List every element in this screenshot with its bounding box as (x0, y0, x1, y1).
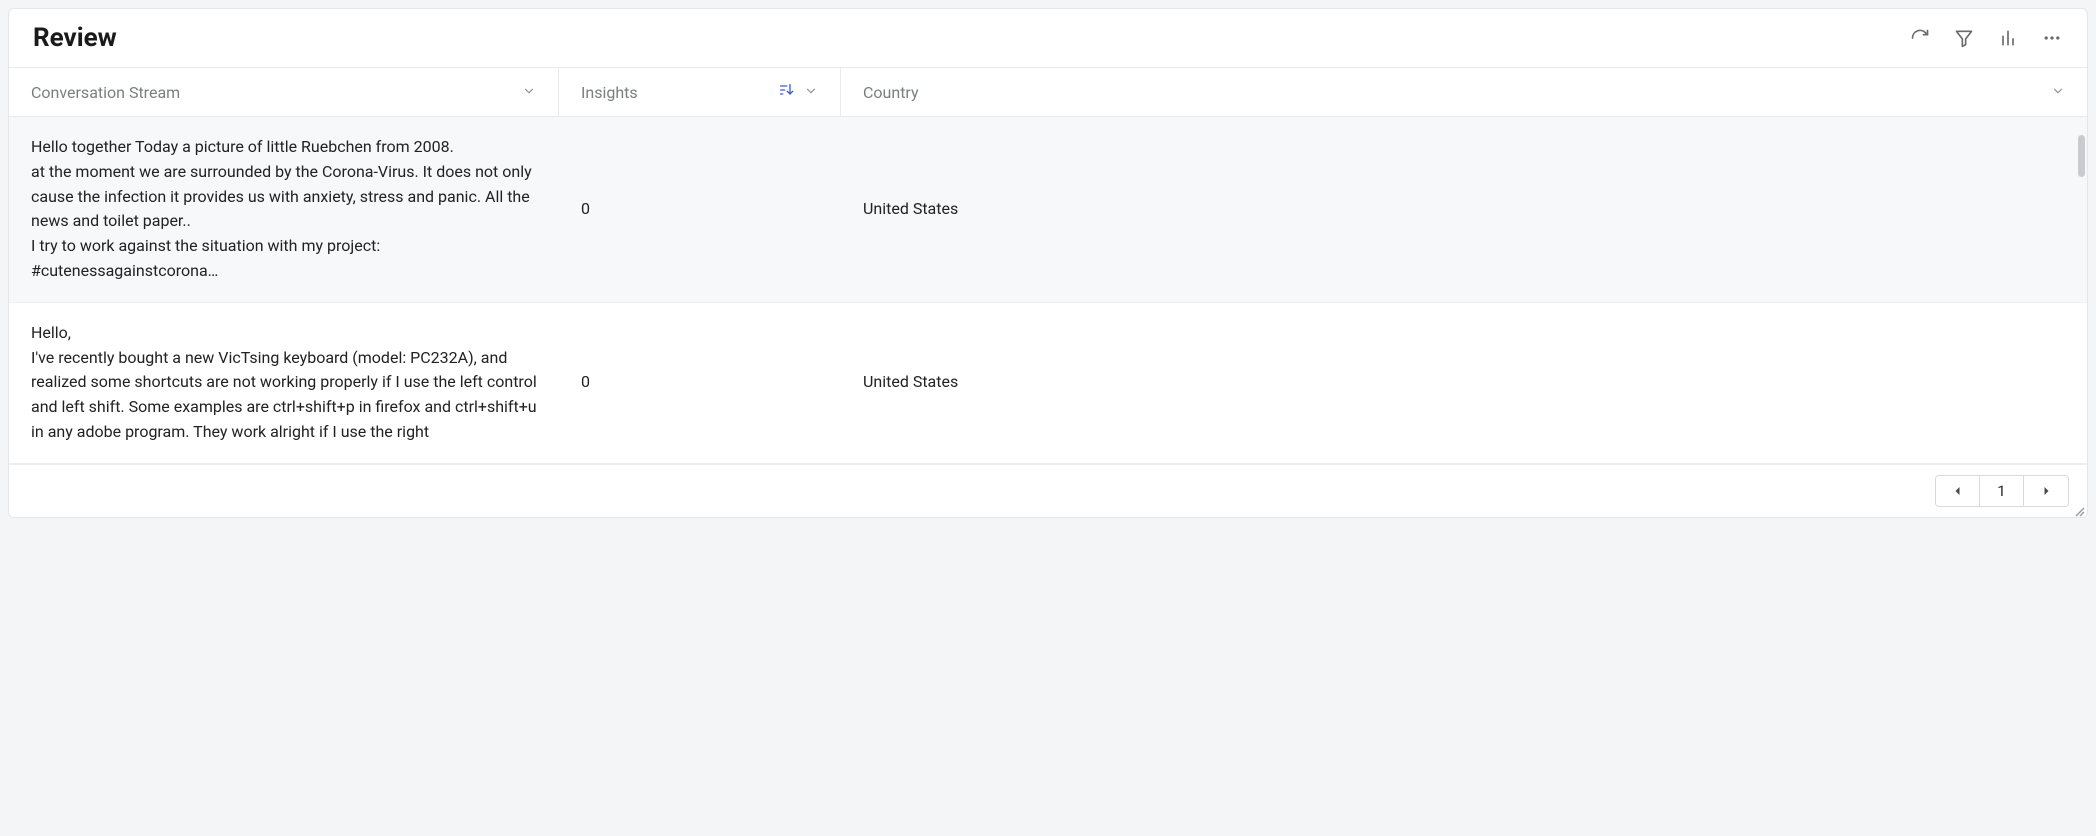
column-label: Country (863, 83, 919, 102)
chevron-down-icon[interactable] (522, 83, 536, 102)
cell-country: United States (841, 352, 2087, 413)
review-panel: Review Conversation Stream (8, 8, 2088, 518)
sort-icon[interactable] (778, 82, 794, 102)
toolbar (1909, 27, 2063, 49)
table-row[interactable]: Hello together Today a picture of little… (9, 117, 2087, 303)
cell-country: United States (841, 179, 2087, 240)
filter-icon[interactable] (1953, 27, 1975, 49)
pager: 1 (1935, 475, 2069, 507)
pager-prev-button[interactable] (1936, 476, 1980, 506)
column-header-country[interactable]: Country (841, 68, 2087, 116)
more-icon[interactable] (2041, 27, 2063, 49)
table-row[interactable]: Hello, I've recently bought a new VicTsi… (9, 303, 2087, 464)
cell-conversation: Hello, I've recently bought a new VicTsi… (9, 303, 559, 463)
table-body: Hello together Today a picture of little… (9, 117, 2087, 464)
resize-handle-icon[interactable] (2073, 503, 2085, 515)
chevron-down-icon[interactable] (2051, 83, 2065, 102)
cell-insights: 0 (559, 179, 841, 240)
page-title: Review (33, 23, 117, 53)
column-header-conversation[interactable]: Conversation Stream (9, 68, 559, 116)
column-label: Conversation Stream (31, 83, 180, 102)
panel-header: Review (9, 9, 2087, 67)
cell-insights: 0 (559, 352, 841, 413)
column-headers: Conversation Stream Insights Country (9, 67, 2087, 117)
chart-icon[interactable] (1997, 27, 2019, 49)
column-header-insights[interactable]: Insights (559, 68, 841, 116)
pager-page-number: 1 (1980, 476, 2024, 506)
pager-next-button[interactable] (2024, 476, 2068, 506)
refresh-icon[interactable] (1909, 27, 1931, 49)
panel-footer: 1 (9, 464, 2087, 517)
cell-conversation: Hello together Today a picture of little… (9, 117, 559, 302)
column-label: Insights (581, 83, 638, 102)
scrollbar-thumb[interactable] (2078, 135, 2085, 177)
chevron-down-icon[interactable] (804, 83, 818, 102)
